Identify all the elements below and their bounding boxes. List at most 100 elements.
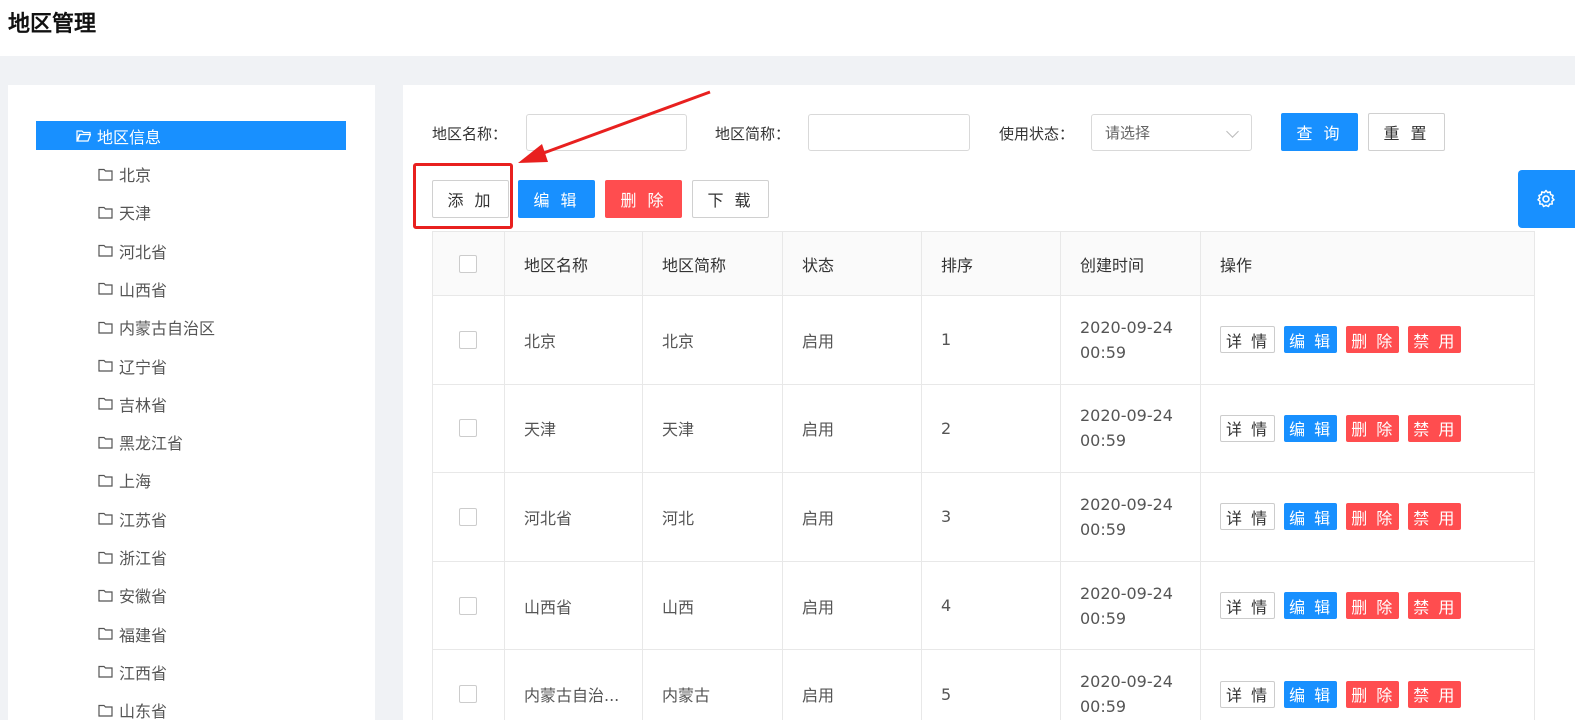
created-date: 2020-09-24 — [1080, 672, 1173, 692]
cell-order: 1 — [921, 296, 1060, 384]
tree-node[interactable]: 天津 — [98, 200, 151, 224]
row-checkbox[interactable] — [459, 507, 477, 526]
folder-icon — [98, 321, 113, 334]
table-row: 河北省 河北 启用 3 2020-09-24 00:59 详 情编 辑删 除禁 用 — [432, 473, 1535, 562]
detail-button[interactable]: 详 情 — [1220, 414, 1276, 442]
tree-node-label: 山东省 — [119, 702, 168, 720]
settings-button[interactable] — [1518, 170, 1575, 228]
tree-node[interactable]: 北京 — [98, 162, 151, 186]
created-clock: 00:59 — [1080, 608, 1127, 628]
disable-button[interactable]: 禁 用 — [1408, 326, 1462, 354]
cell-created-time: 2020-09-24 00:59 — [1060, 561, 1200, 650]
detail-button[interactable]: 详 情 — [1220, 503, 1276, 531]
download-button[interactable]: 下 载 — [692, 180, 769, 218]
row-delete-button[interactable]: 删 除 — [1346, 592, 1400, 620]
row-delete-button[interactable]: 删 除 — [1346, 326, 1400, 354]
row-select-cell — [432, 561, 504, 650]
region-tree-panel: 地区信息 北京天津河北省山西省内蒙古自治区辽宁省吉林省黑龙江省上海江苏省浙江省安… — [8, 85, 375, 720]
row-edit-button[interactable]: 编 辑 — [1284, 503, 1338, 531]
tree-node[interactable]: 上海 — [98, 468, 151, 492]
detail-button[interactable]: 详 情 — [1220, 680, 1276, 708]
edit-button[interactable]: 编 辑 — [518, 180, 595, 218]
gear-icon — [1537, 189, 1555, 208]
tree-node[interactable]: 江西省 — [98, 660, 167, 684]
table-row: 山西省 山西 启用 4 2020-09-24 00:59 详 情编 辑删 除禁 用 — [432, 561, 1535, 651]
tree-node[interactable]: 江苏省 — [98, 507, 167, 531]
row-delete-button[interactable]: 删 除 — [1346, 414, 1400, 442]
tree-node[interactable]: 山东省 — [98, 698, 167, 720]
row-edit-button[interactable]: 编 辑 — [1284, 680, 1338, 708]
region-name-input[interactable] — [526, 114, 687, 151]
folder-icon — [98, 474, 113, 487]
cell-created-time: 2020-09-24 00:59 — [1060, 650, 1200, 720]
delete-button[interactable]: 删 除 — [605, 180, 682, 218]
tree-node-root[interactable]: 地区信息 — [36, 121, 346, 150]
add-button[interactable]: 添 加 — [432, 180, 509, 218]
cell-order: 2 — [921, 384, 1060, 473]
region-abbr-label: 地区简称： — [715, 125, 791, 143]
cell-status: 启用 — [782, 561, 921, 650]
tree-node[interactable]: 辽宁省 — [98, 354, 167, 378]
tree-node-label: 江西省 — [119, 663, 168, 683]
row-edit-button[interactable]: 编 辑 — [1284, 326, 1338, 354]
cell-order: 5 — [921, 650, 1060, 720]
tree-node[interactable]: 河北省 — [98, 239, 167, 263]
folder-icon — [98, 512, 113, 525]
folder-icon — [98, 436, 113, 449]
row-checkbox[interactable] — [459, 330, 477, 349]
status-label: 使用状态： — [999, 125, 1075, 143]
folder-icon — [98, 551, 113, 564]
row-edit-button[interactable]: 编 辑 — [1284, 414, 1338, 442]
select-all-checkbox[interactable] — [459, 254, 477, 273]
folder-icon — [98, 206, 113, 219]
header-cell: 操作 — [1200, 232, 1535, 295]
cell-actions: 详 情编 辑删 除禁 用 — [1200, 473, 1535, 561]
header-cell: 状态 — [782, 232, 921, 295]
header-cell: 创建时间 — [1060, 232, 1200, 295]
tree-node[interactable]: 福建省 — [98, 622, 167, 646]
tree-node[interactable]: 黑龙江省 — [98, 430, 183, 454]
cell-region-abbr: 山西 — [642, 561, 782, 650]
row-checkbox[interactable] — [459, 685, 477, 704]
region-abbr-input[interactable] — [808, 114, 970, 151]
detail-button[interactable]: 详 情 — [1220, 592, 1276, 620]
cell-region-name: 内蒙古自治... — [504, 650, 642, 720]
status-select[interactable]: 请选择 — [1091, 114, 1252, 151]
disable-button[interactable]: 禁 用 — [1408, 592, 1462, 620]
disable-button[interactable]: 禁 用 — [1408, 414, 1462, 442]
cell-region-name: 北京 — [504, 296, 642, 384]
cell-status: 启用 — [782, 650, 921, 720]
created-date: 2020-09-24 — [1080, 317, 1173, 337]
tree-node[interactable]: 内蒙古自治区 — [98, 315, 215, 339]
cell-order: 4 — [921, 561, 1060, 650]
disable-button[interactable]: 禁 用 — [1408, 503, 1462, 531]
detail-button[interactable]: 详 情 — [1220, 326, 1276, 354]
cell-created-time: 2020-09-24 00:59 — [1060, 296, 1200, 384]
cell-region-name: 山西省 — [504, 561, 642, 650]
row-edit-button[interactable]: 编 辑 — [1284, 592, 1338, 620]
folder-icon — [98, 627, 113, 640]
row-checkbox[interactable] — [459, 596, 477, 615]
cell-order: 3 — [921, 473, 1060, 561]
row-delete-button[interactable]: 删 除 — [1346, 680, 1400, 708]
disable-button[interactable]: 禁 用 — [1408, 680, 1462, 708]
tree-node[interactable]: 浙江省 — [98, 545, 167, 569]
created-date: 2020-09-24 — [1080, 406, 1173, 426]
cell-created-time: 2020-09-24 00:59 — [1060, 473, 1200, 561]
folder-icon — [98, 244, 113, 257]
query-button[interactable]: 查 询 — [1281, 113, 1358, 151]
table-row: 北京 北京 启用 1 2020-09-24 00:59 详 情编 辑删 除禁 用 — [432, 296, 1535, 385]
tree-node[interactable]: 安徽省 — [98, 583, 167, 607]
cell-region-abbr: 内蒙古 — [642, 650, 782, 720]
row-delete-button[interactable]: 删 除 — [1346, 503, 1400, 531]
folder-icon — [98, 704, 113, 717]
tree-node-label: 江苏省 — [119, 510, 168, 530]
created-clock: 00:59 — [1080, 519, 1127, 539]
row-select-cell — [432, 473, 504, 561]
reset-button[interactable]: 重 置 — [1368, 113, 1445, 151]
tree-node[interactable]: 吉林省 — [98, 392, 167, 416]
tree-node-label: 辽宁省 — [119, 357, 168, 377]
row-checkbox[interactable] — [459, 419, 477, 438]
tree-node[interactable]: 山西省 — [98, 277, 167, 301]
header-cell: 地区名称 — [504, 232, 642, 295]
